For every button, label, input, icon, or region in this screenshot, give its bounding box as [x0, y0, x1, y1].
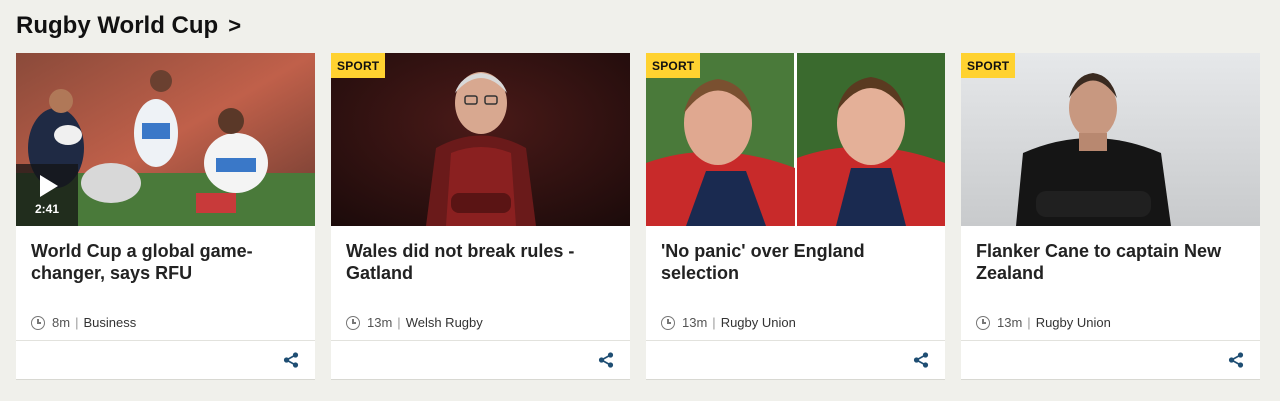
news-card[interactable]: SPORT 'No panic' over England selection … — [646, 53, 945, 379]
card-meta: 13m | Welsh Rugby — [346, 315, 483, 330]
clock-icon — [976, 315, 990, 330]
meta-divider: | — [75, 315, 79, 330]
share-icon[interactable] — [283, 352, 299, 368]
card-meta: 13m | Rugby Union — [976, 315, 1111, 330]
card-headline[interactable]: World Cup a global game-changer, says RF… — [31, 240, 300, 284]
card-headline[interactable]: Wales did not break rules - Gatland — [346, 240, 615, 284]
card-category[interactable]: Business — [83, 315, 136, 330]
video-play-button[interactable]: 2:41 — [16, 164, 78, 226]
clock-icon — [346, 315, 360, 330]
chevron-right-icon: > — [228, 13, 242, 38]
card-headline[interactable]: 'No panic' over England selection — [661, 240, 930, 284]
share-icon[interactable] — [1228, 352, 1244, 368]
section-title: Rugby World Cup — [16, 12, 219, 39]
card-image[interactable]: 2:41 — [16, 53, 315, 226]
clock-icon — [661, 315, 675, 330]
card-footer — [961, 340, 1260, 379]
sport-tag: SPORT — [961, 53, 1016, 78]
card-footer — [646, 340, 945, 379]
news-card[interactable]: 2:41 World Cup a global game-changer, sa… — [16, 53, 315, 379]
coach-portrait-photo — [331, 53, 630, 226]
news-card[interactable]: SPORT Wales did not break rules - Gatlan… — [331, 53, 630, 379]
card-category[interactable]: Rugby Union — [1036, 315, 1111, 330]
card-category[interactable]: Welsh Rugby — [406, 315, 483, 330]
card-image[interactable]: SPORT — [646, 53, 945, 226]
card-time: 13m — [682, 315, 708, 330]
section-title-link[interactable]: Rugby World Cup > — [16, 12, 241, 40]
meta-divider: | — [397, 315, 401, 330]
card-list: 2:41 World Cup a global game-changer, sa… — [16, 53, 1260, 379]
card-time: 13m — [997, 315, 1023, 330]
all-blacks-player-photo — [961, 53, 1260, 226]
card-meta: 13m | Rugby Union — [661, 315, 796, 330]
video-duration: 2:41 — [34, 201, 60, 216]
sport-tag: SPORT — [646, 53, 701, 78]
card-image[interactable]: SPORT — [331, 53, 630, 226]
card-image[interactable]: SPORT — [961, 53, 1260, 226]
rugby-world-cup-section: Rugby World Cup > 2:41 World Cup a globa… — [0, 0, 1280, 401]
share-icon[interactable] — [913, 352, 929, 368]
news-card[interactable]: SPORT Flanker Cane to captain New Zealan… — [961, 53, 1260, 379]
card-headline[interactable]: Flanker Cane to captain New Zealand — [976, 240, 1245, 284]
clock-icon — [31, 315, 45, 330]
england-players-photo — [646, 53, 945, 226]
card-time: 8m — [52, 315, 71, 330]
play-icon — [40, 174, 58, 197]
card-footer — [16, 340, 315, 379]
meta-divider: | — [712, 315, 716, 330]
card-time: 13m — [367, 315, 393, 330]
sport-tag: SPORT — [331, 53, 386, 78]
share-icon[interactable] — [598, 352, 614, 368]
card-footer — [331, 340, 630, 379]
meta-divider: | — [1027, 315, 1031, 330]
card-meta: 8m | Business — [31, 315, 136, 330]
card-category[interactable]: Rugby Union — [721, 315, 796, 330]
